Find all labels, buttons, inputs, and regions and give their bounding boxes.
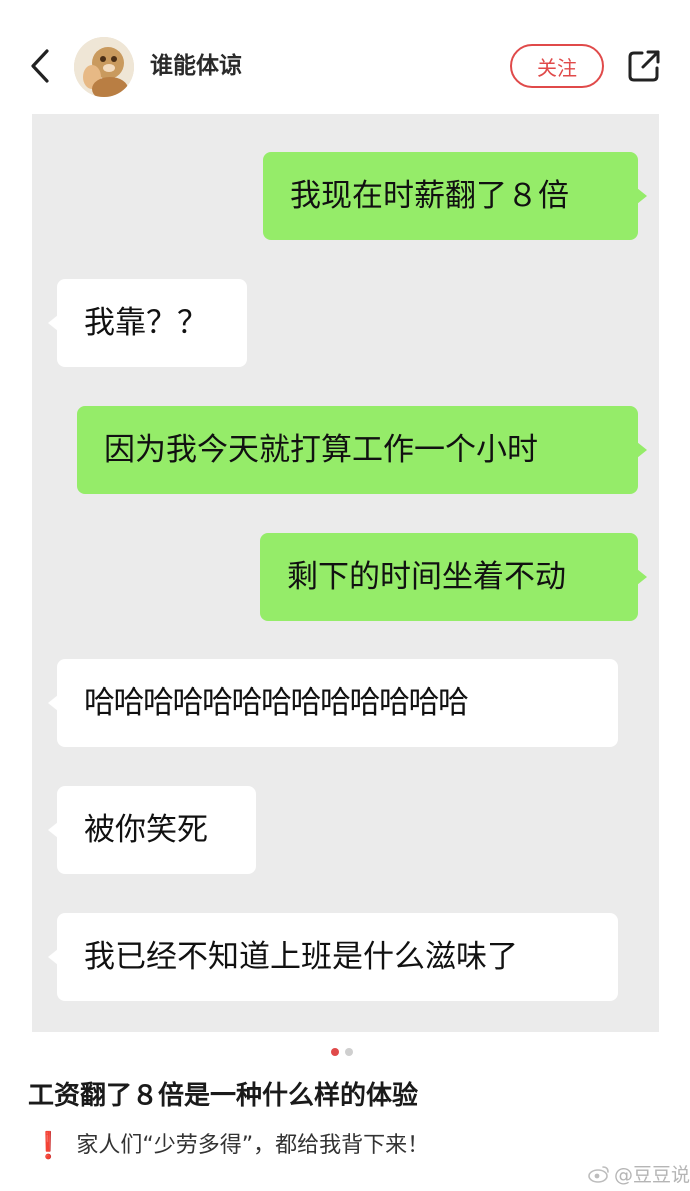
exclamation-icon: ❗ (32, 1131, 65, 1161)
weibo-logo-icon (588, 1165, 609, 1183)
post-title: 工资翻了８倍是一种什么样的体验 (28, 1081, 419, 1111)
avatar[interactable] (74, 37, 134, 97)
pager-dot-active[interactable] (331, 1048, 339, 1056)
avatar-image (74, 37, 134, 97)
chat-bubble-received: 我已经不知道上班是什么滋味了 (48, 913, 618, 1001)
chevron-left-icon (31, 49, 49, 83)
post-body: ❗ 家人们“少劳多得”，都给我背下来！ (32, 1130, 429, 1162)
chat-bubble-received: 我靠？？ (48, 279, 247, 367)
username[interactable]: 谁能体谅 (150, 50, 242, 82)
chat-bubble-received: 被你笑死 (48, 786, 256, 874)
chat-bubble-sent: 因为我今天就打算工作一个小时 (77, 406, 647, 494)
chat-bubble-received: 哈哈哈哈哈哈哈哈哈哈哈哈哈 (48, 659, 618, 747)
chat-screenshot[interactable]: 我现在时薪翻了８倍 我靠？？ 因为我今天就打算工作一个小时 剩下的时间坐着不动 … (32, 114, 659, 1032)
top-bar: 谁能体谅 关注 (0, 0, 690, 115)
watermark-text: @豆豆说 (614, 1164, 690, 1186)
watermark: @豆豆说 (588, 1160, 690, 1187)
chat-bubble-sent: 我现在时薪翻了８倍 (263, 152, 647, 240)
share-external-icon (628, 50, 660, 82)
back-button[interactable] (22, 45, 58, 87)
follow-button[interactable]: 关注 (510, 44, 604, 88)
pager-dot[interactable] (345, 1048, 353, 1056)
image-pager[interactable] (331, 1048, 353, 1056)
post-body-text: 家人们“少劳多得”，都给我背下来！ (76, 1133, 430, 1158)
share-button[interactable] (624, 46, 664, 86)
chat-bubble-sent: 剩下的时间坐着不动 (260, 533, 647, 621)
